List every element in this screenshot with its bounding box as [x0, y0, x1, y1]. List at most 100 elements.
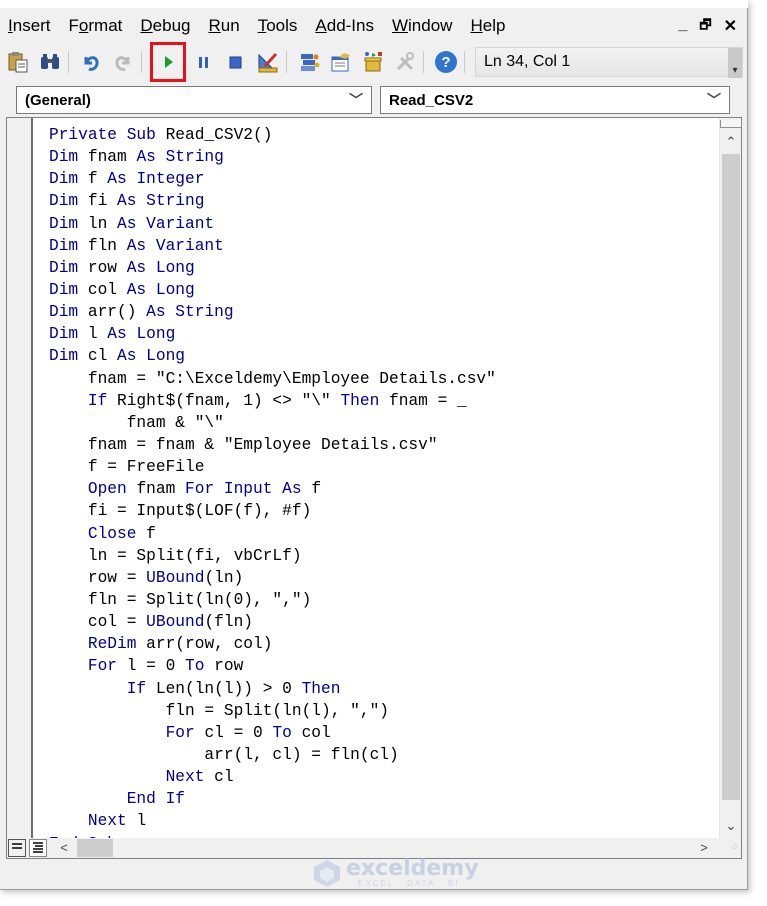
code-line[interactable]: fln = Split(ln(0), ",") — [49, 589, 496, 611]
code-line[interactable]: fnam = fnam & "Employee Details.csv" — [49, 434, 496, 456]
code-line[interactable]: If Right$(fnam, 1) <> "\" Then fnam = _ — [49, 390, 496, 412]
scroll-right-icon[interactable]: > — [695, 839, 713, 857]
scroll-down-icon[interactable]: ⌄ — [720, 816, 742, 836]
code-line[interactable]: End If — [49, 788, 496, 810]
horizontal-scroll-thumb[interactable] — [77, 839, 113, 857]
toolbar-separator — [141, 51, 142, 73]
keyword-token: Dim — [49, 347, 88, 366]
object-dropdown[interactable]: (General) ﹀ — [16, 86, 372, 114]
project-explorer-button[interactable] — [295, 48, 323, 76]
code-line[interactable]: Private Sub Read_CSV2() — [49, 124, 496, 146]
code-token: fnam = _ — [389, 391, 467, 410]
code-token: arr(l, cl) = fln(cl) — [49, 745, 399, 764]
code-line[interactable]: ReDim arr(row, col) — [49, 633, 496, 655]
keyword-token: For — [49, 657, 127, 676]
procedure-dropdown[interactable]: Read_CSV2 ﹀ — [380, 86, 730, 114]
chevron-down-icon: ﹀ — [707, 92, 721, 108]
code-token: col — [301, 723, 331, 742]
code-text[interactable]: Private Sub Read_CSV2() Dim fnam As Strin… — [49, 124, 496, 855]
menu-format[interactable]: Format — [69, 16, 123, 36]
code-line[interactable]: ln = Split(fi, vbCrLf) — [49, 545, 496, 567]
toolbar-separator — [423, 51, 424, 73]
code-line[interactable]: For cl = 0 To col — [49, 722, 496, 744]
code-line[interactable]: Dim l As Long — [49, 323, 496, 345]
object-browser-button[interactable] — [359, 48, 387, 76]
code-token: fnam — [136, 480, 186, 499]
vbe-window: Insert Format Debug Run Tools Add-Ins Window He… — [0, 0, 748, 890]
stop-icon — [229, 56, 242, 69]
keyword-token: As Long — [107, 325, 176, 344]
menu-tools[interactable]: Tools — [258, 16, 298, 36]
undo-icon — [84, 56, 99, 71]
help-button[interactable]: ? — [432, 48, 460, 76]
full-module-view-button[interactable] — [29, 839, 47, 857]
design-mode-button[interactable] — [254, 48, 282, 76]
code-line[interactable]: fi = Input$(LOF(f), #f) — [49, 500, 496, 522]
margin-indicator-bar[interactable] — [7, 118, 33, 858]
break-button[interactable] — [190, 48, 218, 76]
scroll-up-icon[interactable]: ⌃ — [720, 132, 742, 152]
code-token: Len(ln(l)) > 0 — [155, 679, 302, 698]
reset-button[interactable] — [222, 48, 250, 76]
code-line[interactable]: Open fnam For Input As f — [49, 478, 496, 500]
menu-window[interactable]: Window — [392, 16, 452, 36]
code-token: l — [87, 325, 108, 344]
redo-button[interactable] — [109, 48, 137, 76]
code-line[interactable]: Dim fln As Variant — [49, 235, 496, 257]
code-line[interactable]: Close f — [49, 523, 496, 545]
code-line[interactable]: col = UBound(fln) — [49, 611, 496, 633]
toolbar-options-grip[interactable]: ▾ — [728, 48, 742, 78]
code-line[interactable]: Dim fnam As String — [49, 146, 496, 168]
code-line[interactable]: Dim f As Integer — [49, 168, 496, 190]
resize-grip-icon[interactable]: ⁘ — [731, 842, 740, 853]
keyword-token: Next — [49, 812, 137, 831]
keyword-token: For — [49, 723, 205, 742]
code-line[interactable]: arr(l, cl) = fln(cl) — [49, 744, 496, 766]
properties-window-button[interactable] — [327, 48, 355, 76]
menu-help[interactable]: Help — [470, 16, 505, 36]
code-line[interactable]: fnam = "C:\Exceldemy\Employee Details.cs… — [49, 368, 496, 390]
undo-button[interactable] — [77, 48, 105, 76]
code-token: (fln) — [204, 613, 254, 632]
menu-insert[interactable]: Insert — [8, 16, 51, 36]
toolbox-button[interactable] — [391, 48, 419, 76]
code-line[interactable]: fln = Split(ln(l), ",") — [49, 700, 496, 722]
code-line[interactable]: f = FreeFile — [49, 456, 496, 478]
code-line[interactable]: If Len(ln(l)) > 0 Then — [49, 678, 496, 700]
split-bar[interactable] — [720, 120, 742, 128]
run-sub-button[interactable] — [150, 42, 186, 82]
code-editor[interactable]: Private Sub Read_CSV2() Dim fnam As Strin… — [6, 117, 742, 859]
minimize-button[interactable]: _ — [678, 16, 687, 38]
code-line[interactable]: Dim fi As String — [49, 190, 496, 212]
code-line[interactable]: Dim cl As Long — [49, 345, 496, 367]
menu-run[interactable]: Run — [209, 16, 240, 36]
menu-addins[interactable]: Add-Ins — [315, 16, 374, 36]
close-button[interactable]: ✕ — [724, 16, 737, 38]
code-line[interactable]: Dim row As Long — [49, 257, 496, 279]
code-token: row — [87, 258, 127, 277]
code-token: fln — [87, 236, 127, 255]
vertical-scroll-thumb[interactable] — [722, 154, 740, 800]
restore-button[interactable]: 🗗 — [699, 16, 711, 38]
horizontal-scrollbar[interactable]: < > ⁘ — [7, 838, 741, 858]
code-line[interactable]: row = UBound(ln) — [49, 567, 496, 589]
code-line[interactable]: Dim col As Long — [49, 279, 496, 301]
code-line[interactable]: Next cl — [49, 766, 496, 788]
code-line[interactable]: For l = 0 To row — [49, 655, 496, 677]
scroll-left-icon[interactable]: < — [55, 839, 73, 857]
keyword-token: Next — [49, 768, 215, 787]
code-line[interactable]: Dim ln As Variant — [49, 213, 496, 235]
menu-debug[interactable]: Debug — [140, 16, 190, 36]
procedure-view-button[interactable] — [8, 839, 26, 857]
code-line[interactable]: Dim arr() As String — [49, 301, 496, 323]
paste-button[interactable] — [4, 48, 32, 76]
keyword-token: For Input As — [185, 480, 312, 499]
vertical-scrollbar[interactable]: ⌃ ⌄ — [719, 118, 742, 840]
keyword-token: As Integer — [107, 170, 205, 189]
find-button[interactable] — [36, 48, 64, 76]
keyword-token: To — [185, 657, 215, 676]
code-line[interactable]: fnam & "\" — [49, 412, 496, 434]
toolbar-separator — [286, 51, 287, 73]
code-line[interactable]: Next l — [49, 810, 496, 832]
exceldemy-watermark: exceldemy EXCEL · DATA · BI — [312, 857, 479, 888]
